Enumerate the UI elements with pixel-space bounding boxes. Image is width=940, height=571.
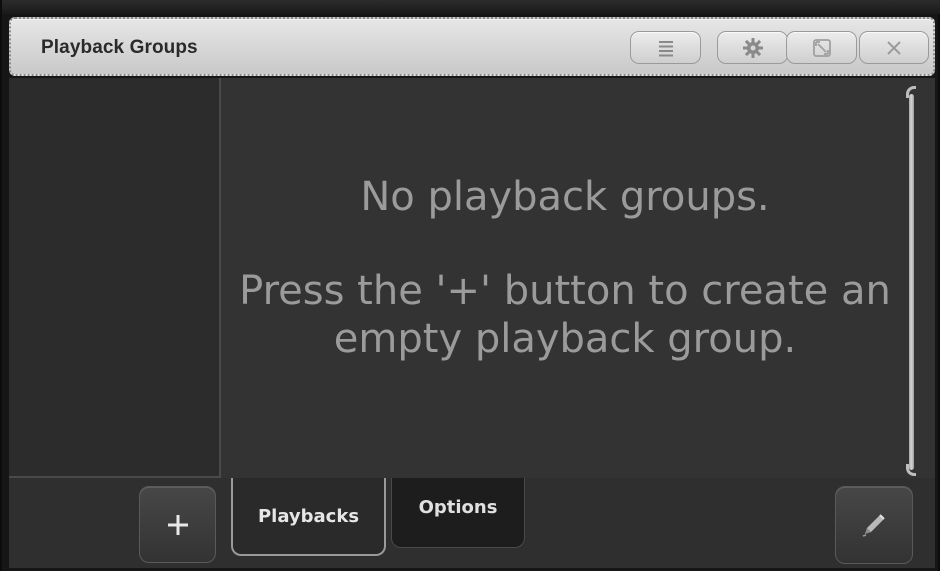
tab-options[interactable]: Options — [391, 478, 525, 548]
plus-icon — [167, 514, 188, 535]
empty-state-hint-line2: empty playback group. — [333, 316, 797, 362]
resize-button[interactable] — [786, 31, 857, 64]
add-group-button[interactable] — [139, 486, 216, 563]
top-strip — [2, 0, 940, 14]
window-frame: Playback Groups No playback groups. Pres… — [0, 0, 940, 571]
scrollbar-track — [909, 94, 914, 470]
empty-state-message: No playback groups. Press the '+' button… — [221, 173, 909, 363]
group-list-panel[interactable] — [9, 78, 219, 477]
tab-playbacks[interactable]: Playbacks — [231, 478, 386, 556]
list-icon — [658, 40, 673, 56]
title-bar: Playback Groups — [9, 17, 935, 76]
main-content: No playback groups. Press the '+' button… — [9, 78, 935, 568]
settings-button[interactable] — [717, 31, 788, 64]
window-title: Playback Groups — [41, 37, 198, 58]
empty-state-hint-line1: Press the '+' button to create an — [239, 268, 891, 314]
pencil-icon — [862, 514, 885, 537]
gear-icon — [742, 37, 763, 58]
resize-icon — [812, 38, 831, 57]
empty-state-title: No playback groups. — [360, 174, 770, 220]
menu-button[interactable] — [630, 31, 701, 64]
close-button[interactable] — [859, 31, 929, 64]
edit-button[interactable] — [835, 486, 913, 564]
scrollbar[interactable] — [906, 86, 918, 476]
close-icon — [887, 40, 901, 55]
